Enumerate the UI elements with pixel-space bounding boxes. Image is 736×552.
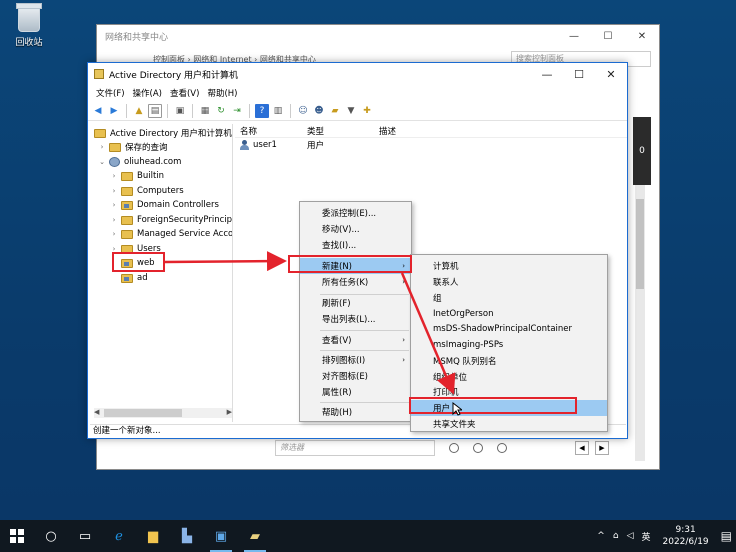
task-view-icon[interactable]: ▭ xyxy=(68,520,102,552)
clock-date: 2022/6/19 xyxy=(662,537,709,547)
internet-explorer-icon[interactable]: ℯ xyxy=(102,520,136,552)
notification-icon[interactable]: ▤ xyxy=(721,529,732,543)
desktop: 回收站 网络和共享中心 — ☐ ✕ 控制面板 › 网络和 Internet › … xyxy=(0,0,736,552)
search-icon[interactable]: ○ xyxy=(34,520,68,552)
mouse-cursor-icon xyxy=(452,402,462,416)
arrow-web-to-new xyxy=(164,251,287,272)
ad-users-taskbar-icon[interactable]: ▰ xyxy=(238,520,272,552)
ime-indicator[interactable]: 英 xyxy=(641,530,650,543)
server-manager-icon[interactable]: ▙ xyxy=(170,520,204,552)
clock[interactable]: 9:31 2022/6/19 xyxy=(663,524,709,548)
tray-expand-icon[interactable]: ^ xyxy=(597,531,605,541)
taskbar: ○ ▭ ℯ ▆ ▙ ▣ ▰ ^ ⌂ ◁ 英 9:31 2022/6/19 ▤ xyxy=(0,520,736,552)
clock-time: 9:31 xyxy=(675,525,696,535)
arrow-new-to-user xyxy=(400,272,456,395)
volume-icon[interactable]: ◁ xyxy=(627,531,634,541)
file-explorer-icon[interactable]: ▆ xyxy=(136,520,170,552)
system-tray: ^ ⌂ ◁ 英 9:31 2022/6/19 ▤ xyxy=(593,520,736,552)
network-icon[interactable]: ⌂ xyxy=(613,531,619,541)
annotation-arrows xyxy=(164,251,456,395)
start-windows-icon[interactable] xyxy=(0,520,34,552)
network-center-taskbar-icon[interactable]: ▣ xyxy=(204,520,238,552)
